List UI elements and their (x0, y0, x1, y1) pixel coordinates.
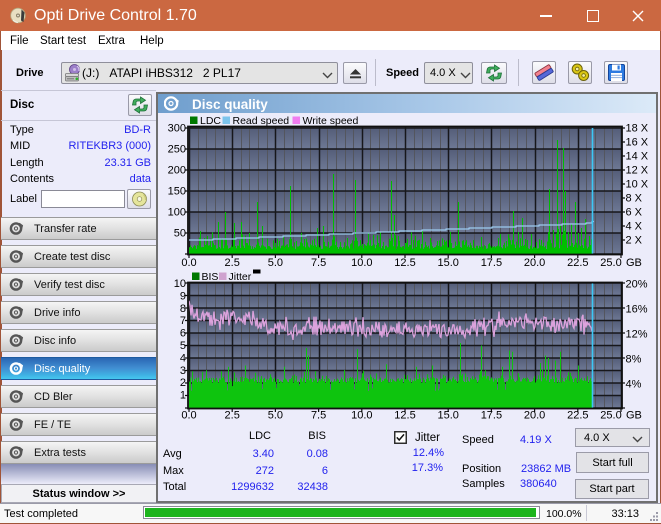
svg-text:18 X: 18 X (626, 123, 649, 135)
svg-text:5.0: 5.0 (268, 257, 283, 269)
svg-text:GB: GB (626, 257, 642, 269)
svg-text:Read speed: Read speed (233, 115, 290, 127)
svg-text:12.5: 12.5 (394, 257, 415, 269)
svg-text:4%: 4% (626, 379, 642, 391)
svg-text:0.0: 0.0 (181, 410, 196, 422)
svg-text:10 X: 10 X (626, 179, 649, 191)
svg-text:6 X: 6 X (626, 207, 643, 219)
svg-text:7.5: 7.5 (311, 410, 326, 422)
svg-text:200: 200 (168, 165, 186, 177)
svg-text:12%: 12% (626, 329, 648, 341)
svg-text:20%: 20% (626, 279, 648, 291)
svg-text:25.0: 25.0 (600, 257, 621, 269)
svg-text:22.5: 22.5 (567, 257, 588, 269)
svg-text:14 X: 14 X (626, 151, 649, 163)
svg-text:8%: 8% (626, 354, 642, 366)
svg-text:4: 4 (180, 352, 186, 364)
svg-text:4 X: 4 X (626, 221, 643, 233)
svg-text:100: 100 (168, 207, 186, 219)
svg-text:20.0: 20.0 (524, 410, 545, 422)
svg-text:50: 50 (174, 228, 186, 240)
svg-text:300: 300 (168, 123, 186, 135)
svg-text:9: 9 (180, 290, 186, 302)
svg-text:7: 7 (180, 315, 186, 327)
svg-text:BIS: BIS (202, 271, 219, 283)
svg-text:6: 6 (180, 328, 186, 340)
svg-text:20.0: 20.0 (524, 257, 545, 269)
svg-text:25.0: 25.0 (600, 410, 621, 422)
svg-text:Jitter: Jitter (229, 271, 252, 283)
svg-text:2 X: 2 X (626, 235, 643, 247)
svg-text:12.5: 12.5 (394, 410, 415, 422)
svg-text:Write speed: Write speed (303, 115, 359, 127)
svg-text:8 X: 8 X (626, 193, 643, 205)
svg-text:17.5: 17.5 (481, 257, 502, 269)
svg-text:150: 150 (168, 186, 186, 198)
svg-text:3: 3 (180, 365, 186, 377)
svg-text:15.0: 15.0 (437, 257, 458, 269)
svg-text:LDC: LDC (200, 115, 221, 127)
svg-text:16 X: 16 X (626, 137, 649, 149)
svg-text:10.0: 10.0 (351, 410, 372, 422)
svg-text:5.0: 5.0 (268, 410, 283, 422)
svg-text:1: 1 (180, 390, 186, 402)
svg-text:10: 10 (174, 278, 186, 290)
svg-text:7.5: 7.5 (311, 257, 326, 269)
svg-text:GB: GB (626, 410, 642, 422)
svg-text:12 X: 12 X (626, 165, 649, 177)
svg-text:250: 250 (168, 144, 186, 156)
svg-text:17.5: 17.5 (481, 410, 502, 422)
svg-text:2: 2 (180, 377, 186, 389)
svg-text:15.0: 15.0 (437, 410, 458, 422)
svg-text:5: 5 (180, 340, 186, 352)
svg-text:2.5: 2.5 (225, 410, 240, 422)
svg-text:0.0: 0.0 (181, 257, 196, 269)
svg-text:16%: 16% (626, 304, 648, 316)
svg-text:2.5: 2.5 (225, 257, 240, 269)
svg-text:10.0: 10.0 (351, 257, 372, 269)
svg-text:22.5: 22.5 (567, 410, 588, 422)
svg-text:8: 8 (180, 303, 186, 315)
